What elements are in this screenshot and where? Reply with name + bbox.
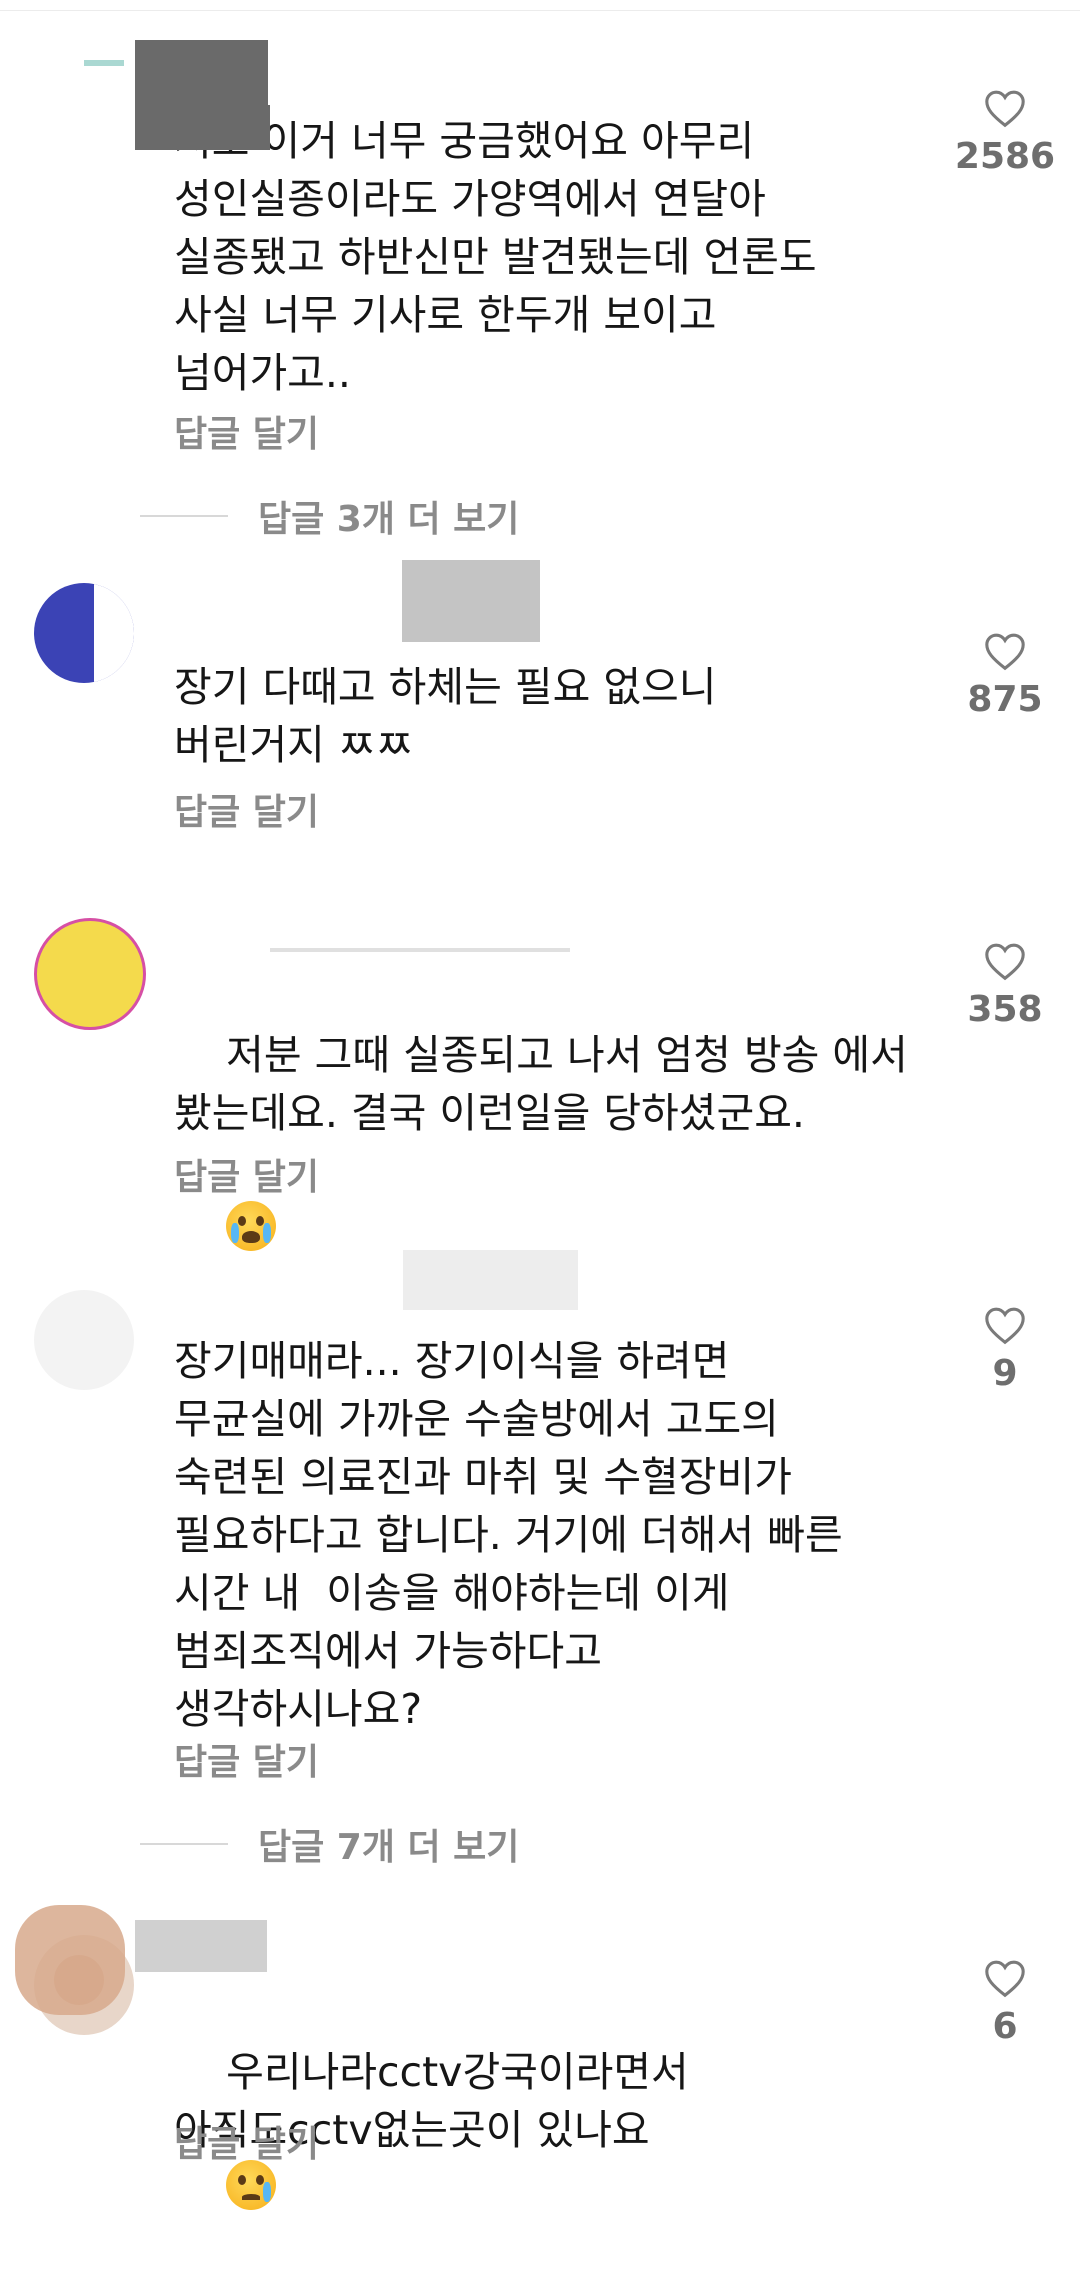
view-more-replies[interactable]: 답글 3개 더 보기 [140, 490, 519, 542]
comment-text-body: 저분 그때 실종되고 나서 엄청 방송 에서 봤는데요. 결국 이런일을 당하셨… [174, 1031, 908, 1137]
heart-icon [985, 90, 1025, 128]
avatar[interactable] [34, 40, 134, 140]
avatar[interactable] [34, 583, 134, 683]
crying-face-icon [226, 1201, 277, 1251]
top-divider [0, 10, 1080, 11]
heart-icon [985, 1960, 1025, 1998]
thread-line [140, 515, 228, 517]
avatar[interactable] [34, 918, 146, 1030]
reply-button[interactable]: 답글 달기 [174, 1733, 319, 1785]
heart-icon [985, 943, 1025, 981]
like-count: 6 [992, 2006, 1018, 2047]
heart-icon [985, 633, 1025, 671]
username-redaction [270, 930, 570, 952]
like-button[interactable]: 875 [920, 631, 1080, 720]
like-count: 9 [992, 1353, 1018, 1394]
like-count: 2586 [954, 136, 1056, 177]
like-count: 358 [967, 989, 1043, 1030]
comment-text: 저도 이거 너무 궁금했어요 아무리 성인실종이라도 가양역에서 연달아 실종됐… [174, 117, 817, 397]
heart-icon [985, 1307, 1025, 1345]
like-button[interactable]: 9 [920, 1305, 1080, 1394]
reply-button[interactable]: 답글 달기 [174, 1148, 319, 1200]
like-count: 875 [967, 679, 1043, 720]
username-redaction [135, 1920, 267, 1972]
view-more-replies-label: 답글 7개 더 보기 [258, 1827, 520, 1868]
avatar[interactable] [34, 1290, 134, 1390]
like-button[interactable]: 6 [920, 1958, 1080, 2047]
view-more-replies[interactable]: 답글 7개 더 보기 [140, 1818, 519, 1870]
thread-line [140, 1843, 228, 1845]
username-redaction [403, 1250, 578, 1310]
reply-button[interactable]: 답글 달기 [174, 2115, 319, 2167]
view-more-replies-label: 답글 3개 더 보기 [258, 499, 520, 540]
text-redaction [135, 105, 270, 150]
username-redaction [402, 560, 540, 642]
username-redaction [15, 1905, 125, 2015]
reply-button[interactable]: 답글 달기 [174, 405, 319, 457]
sad-tear-face-icon [226, 2160, 277, 2210]
like-button[interactable]: 2586 [920, 88, 1080, 177]
comment-text: 장기매매라... 장기이식을 하려면 무균실에 가까운 수술방에서 고도의 숙련… [174, 1337, 843, 1733]
like-button[interactable]: 358 [920, 941, 1080, 1030]
comment-text: 장기 다때고 하체는 필요 없으니 버린거지 ㅉㅉ [174, 663, 717, 769]
reply-button[interactable]: 답글 달기 [174, 783, 319, 835]
